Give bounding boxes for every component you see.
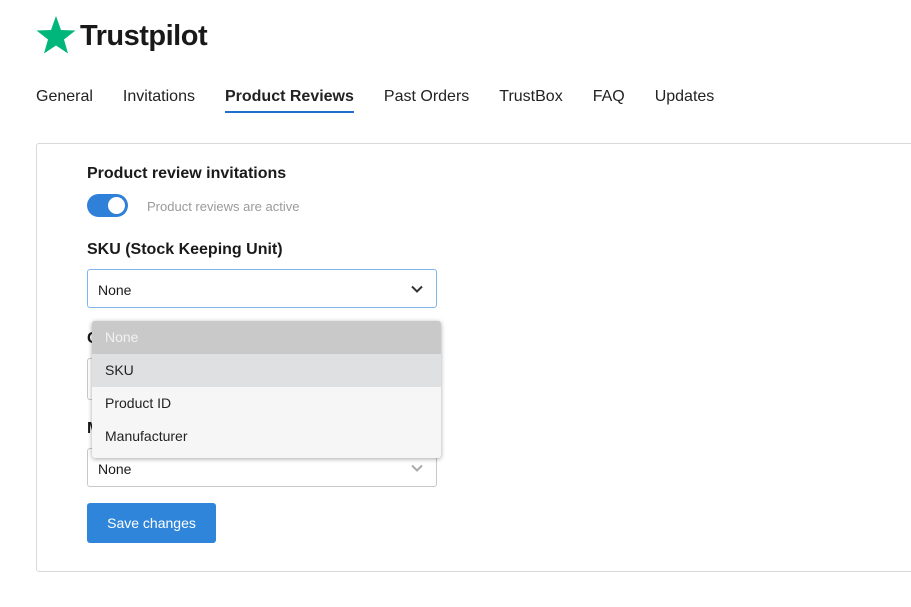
- star-icon: [36, 16, 76, 54]
- brand-name: Trustpilot: [80, 19, 208, 52]
- tab-trustbox[interactable]: TrustBox: [499, 88, 562, 113]
- sku-label: SKU (Stock Keeping Unit): [87, 241, 283, 258]
- trustpilot-logo: Trustpilot: [36, 15, 208, 55]
- tab-updates[interactable]: Updates: [655, 88, 715, 113]
- dropdown-option-none[interactable]: None: [92, 321, 441, 354]
- chevron-down-icon: [410, 461, 424, 475]
- dropdown-option-manufacturer[interactable]: Manufacturer: [92, 420, 441, 453]
- save-changes-button[interactable]: Save changes: [87, 503, 216, 543]
- dropdown-option-sku[interactable]: SKU: [92, 354, 441, 387]
- chevron-down-icon: [410, 282, 424, 296]
- toggle-status-label: Product reviews are active: [147, 199, 300, 214]
- product-reviews-toggle[interactable]: [87, 194, 128, 217]
- sku-select-value: None: [98, 282, 132, 298]
- toggle-knob: [108, 197, 125, 214]
- tab-invitations[interactable]: Invitations: [123, 88, 195, 113]
- tab-general[interactable]: General: [36, 88, 93, 113]
- invitations-title: Product review invitations: [87, 165, 287, 182]
- tab-past-orders[interactable]: Past Orders: [384, 88, 469, 113]
- tab-product-reviews[interactable]: Product Reviews: [224, 88, 354, 113]
- tab-faq[interactable]: FAQ: [593, 88, 625, 113]
- sku-select[interactable]: None: [87, 269, 437, 308]
- sku-dropdown-menu: None SKU Product ID Manufacturer: [92, 321, 441, 458]
- tab-bar: General Invitations Product Reviews Past…: [36, 88, 744, 113]
- mpn-select-value: None: [98, 461, 132, 477]
- dropdown-option-product-id[interactable]: Product ID: [92, 387, 441, 420]
